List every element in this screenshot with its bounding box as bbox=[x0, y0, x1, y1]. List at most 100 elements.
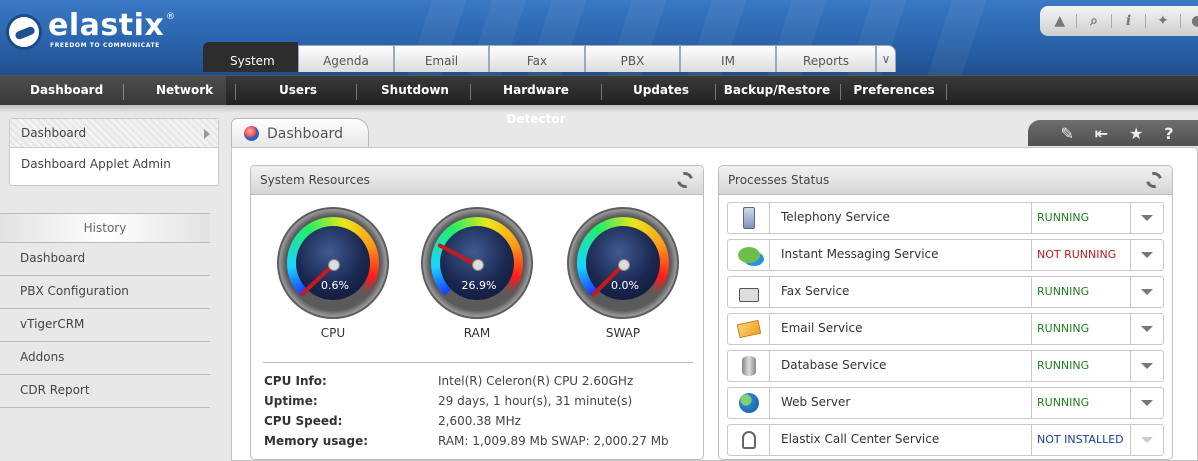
processes-status-panel: Processes Status Telephony Service RUNNI… bbox=[718, 165, 1173, 460]
info-key: Memory usage: bbox=[264, 434, 369, 448]
cpu-gauge-label: CPU bbox=[320, 326, 346, 340]
menu-divider bbox=[601, 84, 602, 100]
menubar-shadow bbox=[0, 105, 1198, 113]
menu-divider bbox=[840, 84, 841, 100]
refresh-icon[interactable] bbox=[1143, 169, 1165, 191]
sidebar-item-applet-admin[interactable]: Dashboard Applet Admin bbox=[10, 149, 218, 179]
fax-icon bbox=[728, 277, 770, 307]
process-status: NOT INSTALLED bbox=[1031, 425, 1130, 455]
process-name: Telephony Service bbox=[781, 210, 890, 224]
process-menu-button[interactable] bbox=[1130, 388, 1163, 418]
system-resources-header: System Resources bbox=[251, 166, 703, 195]
globe-icon bbox=[728, 388, 770, 418]
help-icon[interactable]: ? bbox=[1164, 124, 1173, 143]
processes-status-title: Processes Status bbox=[728, 173, 830, 187]
drop-icon[interactable]: ▲ bbox=[1052, 13, 1067, 29]
gauge-hub bbox=[328, 259, 340, 271]
menu-updates[interactable]: Updates bbox=[616, 76, 706, 106]
cpu-gauge-value: 0.6% bbox=[321, 279, 349, 292]
info-value: 29 days, 1 hour(s), 31 minute(s) bbox=[438, 394, 633, 408]
tab-im[interactable]: IM bbox=[680, 45, 776, 72]
history-item-cdr-report[interactable]: CDR Report bbox=[0, 375, 210, 408]
collapse-icon[interactable]: ⇤ bbox=[1095, 124, 1108, 143]
processes-status-header: Processes Status bbox=[719, 166, 1172, 195]
header-banner: elastix ® FREEDOM TO COMMUNICATE ▲ ⌕ i ✦… bbox=[0, 0, 1198, 75]
elastix-logo[interactable]: elastix ® FREEDOM TO COMMUNICATE bbox=[6, 6, 206, 50]
system-resources-title: System Resources bbox=[260, 173, 370, 187]
headset-icon bbox=[728, 425, 770, 455]
tool-divider bbox=[1076, 14, 1078, 28]
user-icon[interactable]: ● bbox=[1190, 13, 1198, 29]
sidebar-item-label: Dashboard bbox=[21, 126, 87, 140]
process-row-database: Database Service RUNNING bbox=[727, 350, 1164, 382]
process-row-email: Email Service RUNNING bbox=[727, 313, 1164, 345]
envelope-icon bbox=[728, 314, 770, 344]
content-tab-title: Dashboard bbox=[267, 125, 343, 142]
tool-divider bbox=[1179, 14, 1181, 28]
process-menu-button[interactable] bbox=[1130, 240, 1163, 270]
history-header: History bbox=[0, 213, 210, 243]
process-status: RUNNING bbox=[1031, 314, 1130, 344]
tab-system[interactable]: System bbox=[203, 42, 298, 72]
tab-label: Agenda bbox=[323, 54, 369, 68]
process-menu-button[interactable] bbox=[1130, 314, 1163, 344]
sidebar-item-dashboard[interactable]: Dashboard bbox=[10, 119, 218, 148]
process-status: RUNNING bbox=[1031, 388, 1130, 418]
info-memory: Memory usage: RAM: 1,009.89 Mb SWAP: 2,0… bbox=[264, 431, 704, 451]
process-menu-button[interactable] bbox=[1130, 203, 1163, 233]
process-name: Instant Messaging Service bbox=[781, 247, 939, 261]
tab-email[interactable]: Email bbox=[394, 45, 489, 72]
info-icon[interactable]: i bbox=[1121, 13, 1136, 29]
tab-fax[interactable]: Fax bbox=[489, 45, 585, 72]
process-row-instant-messaging: Instant Messaging Service NOT RUNNING bbox=[727, 239, 1164, 271]
content-tab-dashboard[interactable]: Dashboard bbox=[231, 118, 369, 148]
system-resources-panel: System Resources 0.6% CPU 26.9% RAM 0.0%… bbox=[250, 165, 704, 460]
process-row-web-server: Web Server RUNNING bbox=[727, 387, 1164, 419]
process-name: Database Service bbox=[781, 358, 887, 372]
tab-reports[interactable]: Reports bbox=[776, 45, 876, 72]
tab-pbx[interactable]: PBX bbox=[585, 45, 680, 72]
info-cpu: CPU Info: Intel(R) Celeron(R) CPU 2.60GH… bbox=[264, 371, 704, 391]
ram-gauge: 26.9% bbox=[421, 207, 533, 319]
gauge-hub bbox=[472, 259, 484, 271]
process-name: Email Service bbox=[781, 321, 863, 335]
history-item-pbx-configuration[interactable]: PBX Configuration bbox=[0, 276, 210, 309]
swap-gauge-value: 0.0% bbox=[611, 279, 639, 292]
logo-text: elastix bbox=[48, 8, 165, 43]
arrow-right-icon bbox=[204, 129, 210, 139]
divider bbox=[263, 362, 693, 363]
chat-icon bbox=[728, 240, 770, 270]
content-area: Dashboard ✎ ⇤ ★ ? System Resources 0.6% … bbox=[225, 113, 1198, 461]
menu-backup-restore[interactable]: Backup/Restore bbox=[722, 76, 832, 106]
puzzle-icon[interactable]: ✦ bbox=[1155, 13, 1170, 29]
logo-registered-mark: ® bbox=[166, 12, 175, 22]
content-toolbar: ✎ ⇤ ★ ? bbox=[1028, 120, 1198, 146]
history-item-vtigercrm[interactable]: vTigerCRM bbox=[0, 309, 210, 342]
history-item-dashboard[interactable]: Dashboard bbox=[0, 243, 210, 276]
menu-shutdown[interactable]: Shutdown bbox=[370, 76, 460, 106]
menu-divider bbox=[470, 84, 471, 100]
tab-label: Fax bbox=[526, 54, 548, 68]
menu-divider bbox=[715, 84, 716, 100]
swap-gauge: 0.0% bbox=[567, 207, 679, 319]
info-cpu-speed: CPU Speed: 2,600.38 MHz bbox=[264, 411, 704, 431]
history-item-addons[interactable]: Addons bbox=[0, 342, 210, 375]
menu-divider bbox=[235, 84, 236, 100]
info-key: Uptime: bbox=[264, 394, 318, 408]
search-icon[interactable]: ⌕ bbox=[1086, 13, 1101, 29]
tab-agenda[interactable]: Agenda bbox=[298, 45, 394, 72]
refresh-icon[interactable] bbox=[674, 169, 696, 191]
menu-preferences[interactable]: Preferences bbox=[848, 76, 940, 106]
process-menu-button[interactable] bbox=[1130, 351, 1163, 381]
menu-users[interactable]: Users bbox=[253, 76, 343, 106]
info-value: RAM: 1,009.89 Mb SWAP: 2,000.27 Mb bbox=[438, 434, 669, 448]
info-value: Intel(R) Celeron(R) CPU 2.60GHz bbox=[438, 374, 634, 388]
star-icon[interactable]: ★ bbox=[1129, 124, 1143, 143]
menu-network[interactable]: Network bbox=[156, 76, 213, 105]
menu-dashboard[interactable]: Dashboard bbox=[30, 76, 103, 105]
dashboard-icon bbox=[244, 126, 259, 141]
process-menu-button[interactable] bbox=[1130, 277, 1163, 307]
tabs-more-button[interactable]: ∨ bbox=[876, 45, 896, 72]
edit-icon[interactable]: ✎ bbox=[1060, 124, 1073, 143]
menu-hardware-detector[interactable]: Hardware Detector bbox=[476, 76, 596, 126]
